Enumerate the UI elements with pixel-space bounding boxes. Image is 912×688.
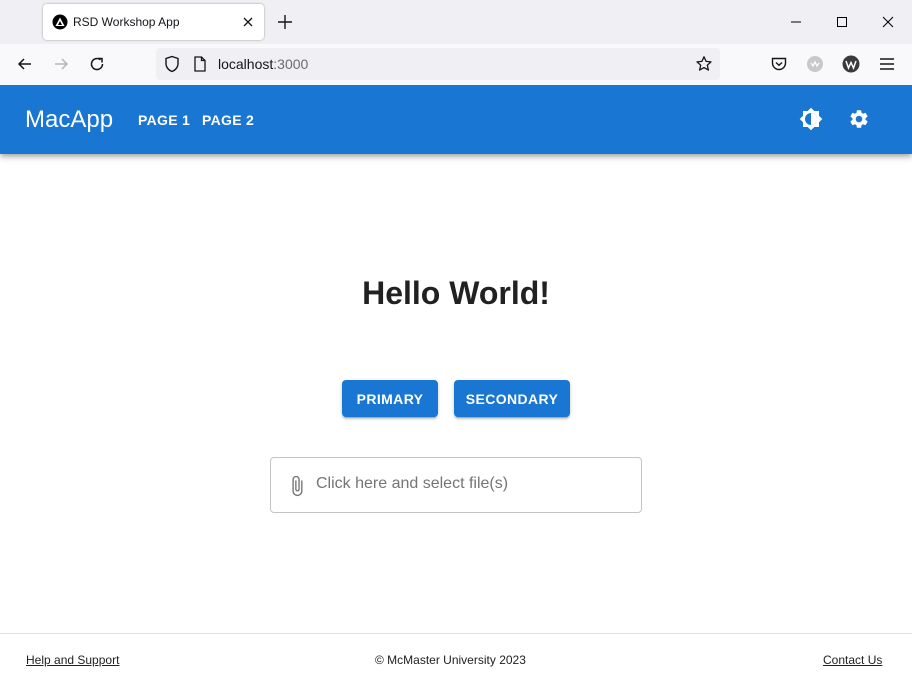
browser-tab[interactable]: RSD Workshop App [43,4,264,40]
tab-close-icon[interactable] [239,13,257,31]
pocket-icon[interactable] [769,54,789,74]
web-page: MacApp PAGE 1 PAGE 2 Hello World! PRIMAR… [0,85,912,688]
app-title[interactable]: MacApp [25,106,113,134]
secondary-button[interactable]: SECONDARY [454,380,570,417]
shield-icon[interactable] [162,54,182,74]
menu-icon[interactable] [877,54,897,74]
primary-button[interactable]: PRIMARY [342,380,438,417]
contact-us-link[interactable]: Contact Us [823,653,882,667]
url-port: :3000 [273,56,309,72]
brightness-icon[interactable] [798,106,824,132]
paperclip-icon [292,475,303,497]
help-support-link[interactable]: Help and Support [26,653,119,667]
copyright-text: © McMaster University 2023 [375,653,526,667]
url-text: localhost:3000 [218,56,308,72]
browser-tabstrip: RSD Workshop App [0,0,912,44]
minimize-icon[interactable] [786,12,806,32]
back-icon[interactable] [15,54,35,74]
file-upload-placeholder: Click here and select file(s) [316,475,509,492]
tab-title: RSD Workshop App [73,15,180,29]
reload-icon[interactable] [87,54,107,74]
forward-icon[interactable] [51,54,71,74]
close-window-icon[interactable] [878,12,898,32]
file-upload-field[interactable]: Click here and select file(s) [270,457,642,513]
extension-icon[interactable] [805,54,825,74]
url-host: localhost [218,56,274,72]
gear-icon[interactable] [846,106,872,132]
bookmark-star-icon[interactable] [694,54,714,74]
browser-navbar: localhost:3000 [0,44,912,85]
account-extension-icon[interactable] [841,54,861,74]
new-tab-icon[interactable] [275,12,295,32]
footer: Help and Support © McMaster University 2… [0,633,912,688]
app-bar: MacApp PAGE 1 PAGE 2 [0,85,912,154]
maximize-icon[interactable] [832,12,852,32]
nav-link-page-2[interactable]: PAGE 2 [202,112,254,128]
nav-link-page-1[interactable]: PAGE 1 [138,112,190,128]
page-heading: Hello World! [362,275,550,311]
page-icon [190,54,210,74]
url-bar[interactable]: localhost:3000 [156,48,720,80]
app-favicon-icon [52,14,68,30]
